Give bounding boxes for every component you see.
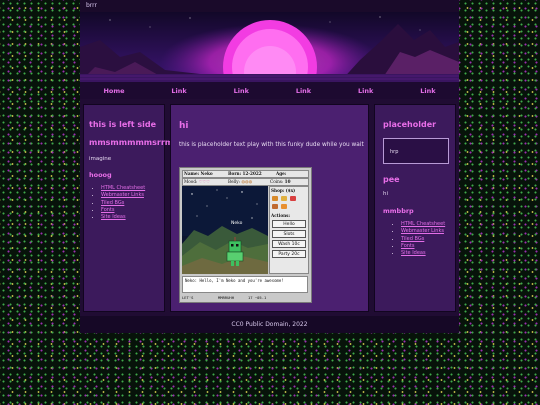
- right-links-heading: mmbbrp: [383, 207, 414, 215]
- left-links-heading: hooog: [89, 171, 112, 179]
- left-sidebar: this is left side mmsmmmmmsrrm imagine h…: [83, 104, 173, 312]
- footer-text: CC0 Public Domain, 2022: [231, 321, 308, 328]
- coins-label: Coins:: [270, 179, 284, 184]
- right-link-tiled-bgs[interactable]: Tiled BGs: [401, 236, 424, 242]
- pet-name-value: Neko: [200, 171, 213, 176]
- pet-scene[interactable]: Neko: [182, 186, 268, 274]
- fries-icon[interactable]: [281, 204, 287, 209]
- nav-link-3[interactable]: Link: [296, 87, 311, 95]
- window-title: brrr: [86, 2, 97, 9]
- list-item: HTML Cheatsheet: [401, 221, 445, 228]
- list-item: Tiled BGs: [101, 200, 145, 207]
- page-container: brrr Home Link Link Link Link Link this …: [80, 0, 459, 333]
- coins-value: 10: [284, 179, 291, 184]
- game-status-bar: LET'S MMRRUHH 17 ~05.1: [182, 295, 308, 301]
- virtual-pet-game: Name: Neko Born: 12-2022 Age: Mood: ♡♡♡ …: [179, 167, 312, 303]
- list-item: HTML Cheatsheet: [101, 185, 145, 192]
- list-item: Site Ideas: [401, 250, 445, 257]
- left-link-webmaster-links[interactable]: Webmaster Links: [101, 192, 144, 198]
- slots-button[interactable]: Slots: [272, 230, 306, 238]
- cookie-icon[interactable]: [272, 204, 278, 209]
- main-content: hi this is placeholder text play with th…: [170, 104, 369, 312]
- nav-link-5[interactable]: Link: [420, 87, 435, 95]
- search-box[interactable]: hrp: [383, 138, 449, 164]
- shop-label: Shop: ($x): [271, 188, 296, 193]
- top-navigation: Home Link Link Link Link Link: [80, 82, 459, 99]
- cake-icon[interactable]: [281, 196, 287, 201]
- right-section-text: hi: [383, 191, 389, 197]
- main-heading: hi: [179, 121, 189, 131]
- party-button[interactable]: Party 20c: [272, 250, 306, 258]
- mood-label: Mood:: [184, 179, 198, 184]
- left-link-site-ideas[interactable]: Site Ideas: [101, 214, 126, 220]
- right-section-heading: pee: [383, 175, 400, 184]
- right-link-site-ideas[interactable]: Site Ideas: [401, 250, 426, 256]
- pet-name-label: Neko: [231, 220, 243, 226]
- left-sidebar-subheading: mmsmmmmmsrrm: [89, 138, 174, 147]
- header-banner: [80, 12, 459, 82]
- left-link-tiled-bgs[interactable]: Tiled BGs: [101, 200, 124, 206]
- nav-link-4[interactable]: Link: [358, 87, 373, 95]
- status-text-3: 17 ~05.1: [248, 295, 267, 300]
- left-sidebar-heading: this is left side: [89, 120, 157, 129]
- status-text-1: LET'S: [182, 295, 194, 300]
- list-item: Webmaster Links: [101, 192, 145, 199]
- list-item: Tiled BGs: [401, 236, 445, 243]
- right-link-fonts[interactable]: Fonts: [401, 243, 415, 249]
- page-footer: CC0 Public Domain, 2022: [80, 316, 459, 333]
- nav-link-1[interactable]: Link: [171, 87, 186, 95]
- left-links-list: HTML Cheatsheet Webmaster Links Tiled BG…: [87, 185, 145, 221]
- belly-food-icon: ◍◍◍: [241, 179, 253, 184]
- mood-hearts-icon: ♡♡♡: [198, 179, 211, 184]
- actions-label: Actions:: [271, 213, 291, 218]
- right-link-html-cheatsheet[interactable]: HTML Cheatsheet: [401, 221, 445, 227]
- list-item: Fonts: [401, 243, 445, 250]
- burger-icon[interactable]: [272, 196, 278, 201]
- drink-icon[interactable]: [290, 196, 296, 201]
- right-sidebar-heading: placeholder: [383, 120, 437, 129]
- pet-dialog-box: Neko: Hello, I'm Neko and you're awesome…: [182, 276, 308, 293]
- right-link-webmaster-links[interactable]: Webmaster Links: [401, 228, 444, 234]
- game-side-panel: Shop: ($x) Actions: Hello Slots Wash 10c…: [269, 186, 309, 274]
- age-label: Age:: [276, 171, 287, 176]
- right-sidebar: placeholder hrp pee hi mmbbrp HTML Cheat…: [374, 104, 456, 312]
- list-item: Site Ideas: [101, 214, 145, 221]
- wash-button[interactable]: Wash 10c: [272, 240, 306, 248]
- name-label: Name:: [184, 171, 200, 176]
- main-text: this is placeholder text play with this …: [179, 142, 364, 148]
- left-link-html-cheatsheet[interactable]: HTML Cheatsheet: [101, 185, 145, 191]
- nav-link-2[interactable]: Link: [234, 87, 249, 95]
- right-links-list: HTML Cheatsheet Webmaster Links Tiled BG…: [387, 221, 445, 257]
- belly-label: Belly:: [228, 179, 241, 184]
- list-item: Webmaster Links: [401, 228, 445, 235]
- born-value: 12-2022: [242, 171, 262, 176]
- left-link-fonts[interactable]: Fonts: [101, 207, 115, 213]
- game-stats-bar: Mood: ♡♡♡ Belly: ◍◍◍ Coins: 10: [182, 178, 309, 186]
- hello-button[interactable]: Hello: [272, 220, 306, 228]
- status-text-2: MMRRUHH: [218, 295, 235, 300]
- left-sidebar-text: imagine: [89, 156, 112, 162]
- list-item: Fonts: [101, 207, 145, 214]
- game-info-bar: Name: Neko Born: 12-2022 Age:: [182, 170, 309, 178]
- nav-link-home[interactable]: Home: [103, 87, 124, 95]
- window-title-bar: brrr: [80, 0, 459, 12]
- born-label: Born:: [228, 171, 242, 176]
